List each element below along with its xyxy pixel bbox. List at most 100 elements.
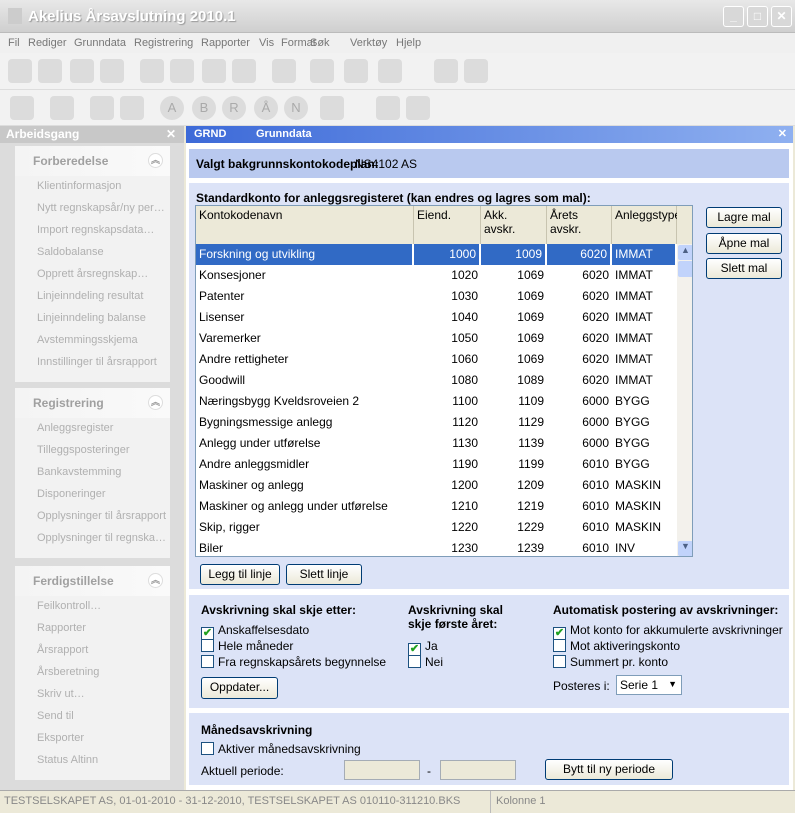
table-row[interactable]: Maskiner og anlegg 1200 1209 6010 MASKIN xyxy=(196,475,676,496)
menu-4[interactable]: Rapporter xyxy=(201,37,250,49)
close-button[interactable]: ✕ xyxy=(771,6,792,27)
table-row[interactable]: Maskiner og anlegg under utførelse 1210 12… xyxy=(196,496,676,517)
back-icon[interactable] xyxy=(8,59,32,83)
user-icon[interactable] xyxy=(434,59,458,83)
menu-3[interactable]: Registrering xyxy=(134,37,193,49)
period-to-field[interactable] xyxy=(440,760,516,780)
close-doc-icon[interactable] xyxy=(232,59,256,83)
column-header[interactable]: Eiend. xyxy=(414,206,481,244)
minimize-button[interactable]: _ xyxy=(723,6,744,27)
sidebar-item[interactable]: Avstemmingsskjema xyxy=(15,330,170,352)
activate-monthly-checkbox[interactable]: Aktiver månedsavskrivning xyxy=(201,742,361,756)
sidebar-item[interactable]: Opplysninger til årsrapport xyxy=(15,506,170,528)
sidebar-item[interactable]: Klientinformasjon xyxy=(15,176,170,198)
table-row[interactable]: Andre rettigheter 1060 1069 6020 IMMAT xyxy=(196,349,676,370)
table-row[interactable]: Goodwill 1080 1089 6020 IMMAT xyxy=(196,370,676,391)
sidebar-item[interactable]: Eksporter xyxy=(15,728,170,750)
table-row[interactable]: Bygningsmessige anlegg 1120 1129 6000 BYGG xyxy=(196,412,676,433)
tree-icon[interactable] xyxy=(378,59,402,83)
group-header[interactable]: Registrering ︽ xyxy=(15,388,170,418)
checkbox[interactable]: Mot aktiveringskonto xyxy=(553,639,680,653)
save-icon[interactable] xyxy=(202,59,226,83)
table-row[interactable]: Skip, rigger 1220 1229 6010 MASKIN xyxy=(196,517,676,538)
sidebar-item[interactable]: Opplysninger til regnska… xyxy=(15,528,170,550)
sidebar-item[interactable]: Linjeinndeling balanse xyxy=(15,308,170,330)
menu-2[interactable]: Grunndata xyxy=(74,37,126,49)
sort-icon[interactable] xyxy=(464,59,488,83)
checkbox[interactable]: Hele måneder xyxy=(201,639,293,653)
period-from-field[interactable] xyxy=(344,760,420,780)
grid-import-icon[interactable] xyxy=(376,96,400,120)
table-row[interactable]: Lisenser 1040 1069 6020 IMMAT xyxy=(196,307,676,328)
sidebar-close-icon[interactable]: ✕ xyxy=(166,127,176,141)
account-grid[interactable]: ▲ ▼ Kontokodenavn Eiend. Akk. avskr. Årets … xyxy=(195,205,693,557)
collapse-icon[interactable]: ︽ xyxy=(148,153,163,168)
sidebar-item[interactable]: Nytt regnskapsår/ny per… xyxy=(15,198,170,220)
menu-8[interactable]: Verktøy xyxy=(350,37,387,49)
column-header[interactable]: Akk. avskr. xyxy=(481,206,547,244)
printer-dropdown-icon[interactable] xyxy=(320,96,344,120)
collapse-icon[interactable]: ︽ xyxy=(148,573,163,588)
table-row[interactable]: Konsesjoner 1020 1069 6020 IMMAT xyxy=(196,265,676,286)
sidebar-item[interactable]: Feilkontroll… xyxy=(15,596,170,618)
menu-0[interactable]: Fil xyxy=(8,37,20,49)
checkbox[interactable]: Fra regnskapsårets begynnelse xyxy=(201,655,386,669)
sidebar-item[interactable]: Innstillinger til årsrapport xyxy=(15,352,170,374)
scale-icon[interactable] xyxy=(344,59,368,83)
letter-Å-icon[interactable]: Å xyxy=(254,96,278,120)
table-row[interactable]: Patenter 1030 1069 6020 IMMAT xyxy=(196,286,676,307)
series-select[interactable]: Serie 1 ▼ xyxy=(616,675,682,695)
sidebar-item[interactable]: Opprett årsregnskap… xyxy=(15,264,170,286)
maximize-button[interactable]: □ xyxy=(747,6,768,27)
table-row[interactable]: Biler 1230 1239 6010 INV xyxy=(196,538,676,556)
menu-1[interactable]: Rediger xyxy=(28,37,67,49)
print-icon[interactable] xyxy=(90,96,114,120)
column-header[interactable]: Anleggstype xyxy=(612,206,681,244)
grid-scrollbar[interactable]: ▲ ▼ xyxy=(677,244,692,556)
sidebar-item[interactable]: Årsberetning xyxy=(15,662,170,684)
sidebar-item[interactable]: Rapporter xyxy=(15,618,170,640)
sidebar-item[interactable]: Anleggsregister xyxy=(15,418,170,440)
stamp-icon[interactable] xyxy=(310,59,334,83)
check-icon[interactable] xyxy=(272,59,296,83)
sidebar-item[interactable]: Import regnskapsdata… xyxy=(15,220,170,242)
checkbox[interactable]: Summert pr. konto xyxy=(553,655,668,669)
sidebar-item[interactable]: Tilleggsposteringer xyxy=(15,440,170,462)
sidebar-item[interactable]: Bankavstemming xyxy=(15,462,170,484)
delete-line-button[interactable]: Slett linje xyxy=(286,564,362,585)
collapse-icon[interactable]: ︽ xyxy=(148,395,163,410)
grid-export-icon[interactable] xyxy=(406,96,430,120)
group-header[interactable]: Forberedelse ︽ xyxy=(15,146,170,176)
sidebar-item[interactable]: Status Altinn xyxy=(15,750,170,772)
forward-icon[interactable] xyxy=(38,59,62,83)
sidebar-item[interactable]: Årsrapport xyxy=(15,640,170,662)
column-header[interactable]: Kontokodenavn xyxy=(196,206,414,244)
scroll-up-icon[interactable]: ▲ xyxy=(678,245,692,260)
update-button[interactable]: Oppdater... xyxy=(201,677,278,699)
letter-N-icon[interactable]: N xyxy=(284,96,308,120)
next-period-button[interactable]: Bytt til ny periode xyxy=(545,759,673,780)
add-line-button[interactable]: Legg til linje xyxy=(200,564,280,585)
group-header[interactable]: Ferdigstillelse ︽ xyxy=(15,566,170,596)
sidebar-item[interactable]: Linjeinndeling resultat xyxy=(15,286,170,308)
cabinet-icon[interactable] xyxy=(140,59,164,83)
panel-close-icon[interactable]: ✕ xyxy=(778,127,787,140)
preview-icon[interactable] xyxy=(120,96,144,120)
checkbox[interactable]: ✔ Ja xyxy=(408,639,438,656)
find-doc-icon[interactable] xyxy=(50,96,74,120)
scroll-down-icon[interactable]: ▼ xyxy=(678,541,692,556)
letter-A-icon[interactable]: A xyxy=(160,96,184,120)
scroll-thumb[interactable] xyxy=(678,261,692,277)
table-row[interactable]: Andre anleggsmidler 1190 1199 6010 BYGG xyxy=(196,454,676,475)
table-row[interactable]: Varemerker 1050 1069 6020 IMMAT xyxy=(196,328,676,349)
export-icon[interactable] xyxy=(70,59,94,83)
music-note-icon[interactable] xyxy=(10,96,34,120)
open-icon[interactable] xyxy=(170,59,194,83)
checkbox[interactable]: ✔ Anskaffelsesdato xyxy=(201,623,309,640)
sidebar-item[interactable]: Skriv ut… xyxy=(15,684,170,706)
sidebar-item[interactable]: Saldobalanse xyxy=(15,242,170,264)
table-row[interactable]: Næringsbygg Kveldsroveien 2 1100 1109 6000 B… xyxy=(196,391,676,412)
column-header[interactable]: Årets avskr. xyxy=(547,206,612,244)
open-template-button[interactable]: Åpne mal xyxy=(706,233,782,254)
save-template-button[interactable]: Lagre mal xyxy=(706,207,782,228)
